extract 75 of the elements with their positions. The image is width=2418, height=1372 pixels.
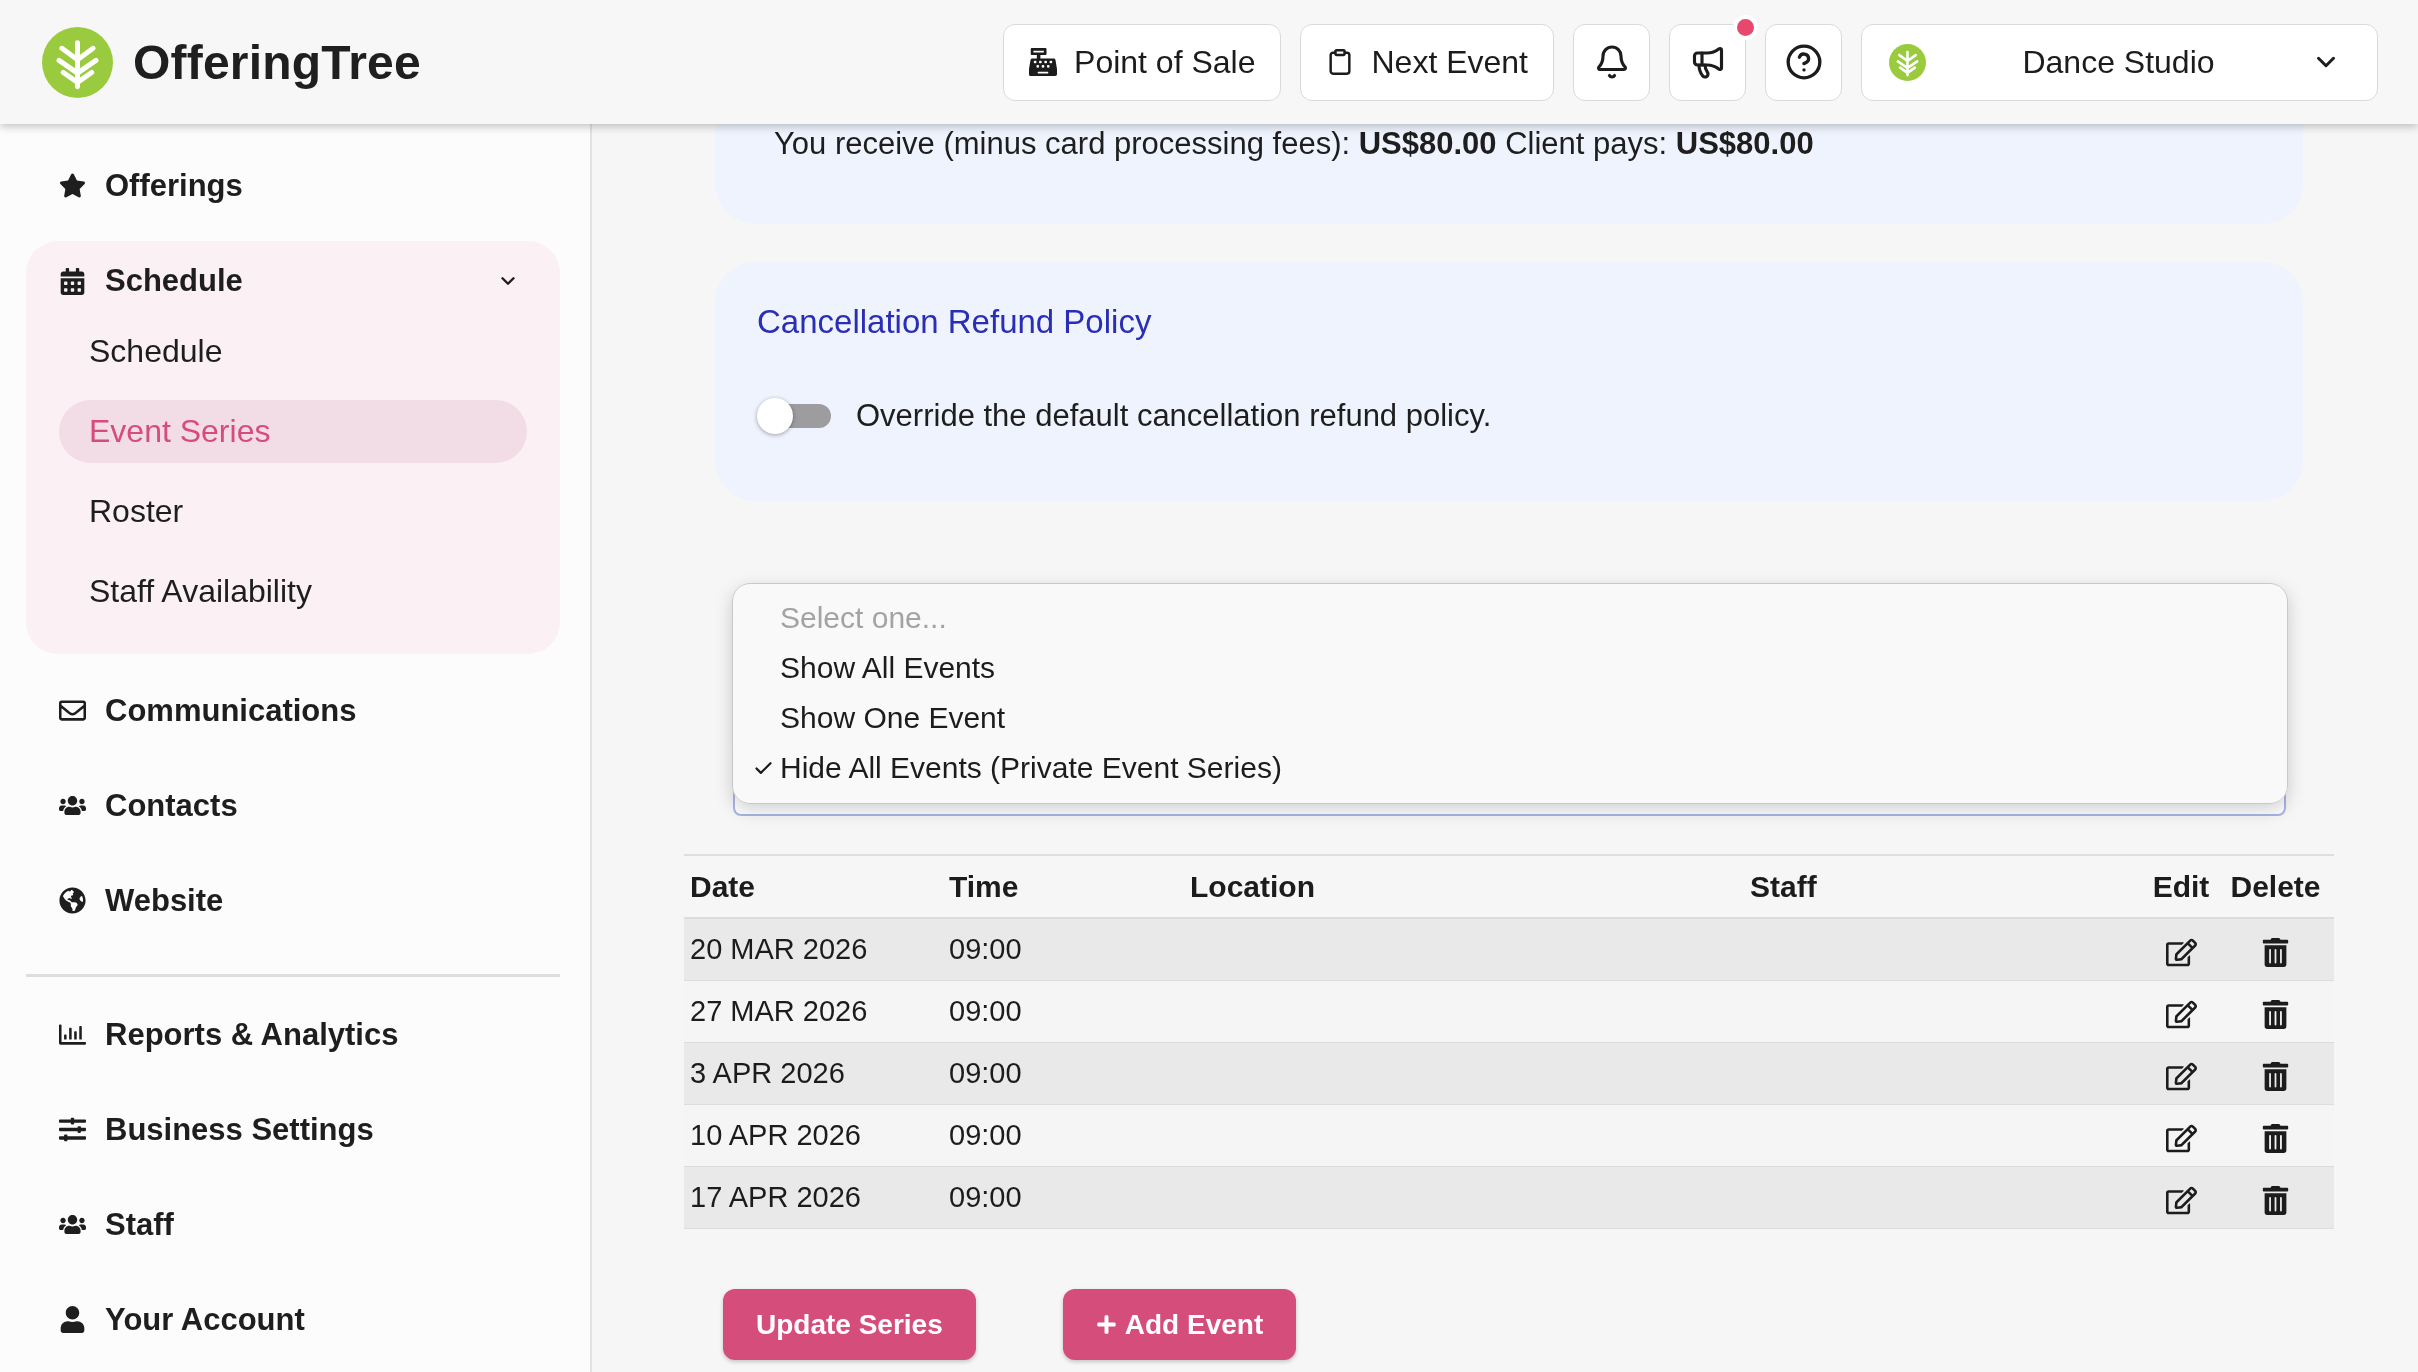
- sidebar-item[interactable]: Contacts: [26, 758, 560, 853]
- table-cell-text: 09:00: [948, 1057, 1022, 1090]
- column-header: Staff: [1749, 869, 1817, 904]
- delete-button[interactable]: [2261, 1186, 2290, 1215]
- dropdown-option[interactable]: Show All Events: [733, 643, 2287, 693]
- add-event-button[interactable]: Add Event: [1062, 1289, 1297, 1360]
- brand-name: OfferingTree: [133, 34, 421, 90]
- delete-button[interactable]: [2261, 1000, 2290, 1029]
- cash-register-icon: [1029, 48, 1058, 76]
- trash-icon: [2261, 1062, 2290, 1091]
- column-header: Location: [1189, 869, 1315, 904]
- sidebar-item[interactable]: Staff: [26, 1177, 560, 1272]
- globe-icon: [59, 887, 86, 914]
- table-cell-text: 09:00: [948, 933, 1022, 966]
- help-icon: [1784, 43, 1823, 81]
- envelope-icon: [59, 697, 86, 724]
- sidebar-item[interactable]: Schedule: [26, 250, 560, 312]
- table-cell-text: 27 MAR 2026: [689, 995, 868, 1028]
- delete-button[interactable]: [2261, 938, 2290, 967]
- edit-button[interactable]: [2165, 999, 2197, 1030]
- edit-button[interactable]: [2165, 1185, 2197, 1216]
- submenu-item[interactable]: Staff Availability: [59, 560, 527, 623]
- table-cell-text: 10 APR 2026: [689, 1119, 861, 1152]
- trash-icon: [2261, 1124, 2290, 1153]
- column-header: Edit: [2152, 869, 2210, 904]
- business-selector[interactable]: Dance Studio: [1861, 23, 2378, 101]
- submenu-item[interactable]: Schedule: [59, 320, 527, 383]
- calendar-icon: [59, 267, 86, 295]
- table-cell-text: 09:00: [948, 1119, 1022, 1152]
- submenu-item[interactable]: Roster: [59, 480, 527, 543]
- toggle-switch[interactable]: [757, 397, 831, 435]
- sidebar-item[interactable]: Website: [26, 853, 560, 948]
- update-series-button[interactable]: Update Series: [723, 1289, 976, 1360]
- dropdown-option[interactable]: Hide All Events (Private Event Series): [733, 743, 2287, 793]
- tree-logo-icon: [1889, 43, 1926, 81]
- delete-button[interactable]: [2261, 1062, 2290, 1091]
- edit-button[interactable]: [2165, 937, 2197, 968]
- table-cell-text: 09:00: [948, 1181, 1022, 1214]
- next-event-button[interactable]: Next Event: [1300, 23, 1554, 101]
- table-cell-text: 3 APR 2026: [689, 1057, 845, 1090]
- sidebar-item[interactable]: Your Account: [26, 1272, 560, 1367]
- table-cell-text: 17 APR 2026: [689, 1181, 861, 1214]
- edit-button[interactable]: [2165, 1061, 2197, 1092]
- edit-icon: [2165, 1123, 2197, 1154]
- edit-button[interactable]: [2165, 1123, 2197, 1154]
- sidebar-item[interactable]: Business Settings: [26, 1082, 560, 1177]
- sidebar-item[interactable]: Communications: [26, 663, 560, 758]
- user-icon: [59, 1306, 86, 1333]
- edit-icon: [2165, 1061, 2197, 1092]
- table-cell-text: 09:00: [948, 995, 1022, 1028]
- column-header: Delete: [2230, 869, 2321, 904]
- column-header: Time: [948, 869, 1019, 904]
- sliders-icon: [59, 1116, 86, 1143]
- star-icon: [59, 172, 86, 199]
- sidebar-item[interactable]: Offerings: [26, 138, 560, 233]
- delete-button[interactable]: [2261, 1124, 2290, 1153]
- trash-icon: [2261, 1000, 2290, 1029]
- plus-icon: [1095, 1314, 1117, 1335]
- section-title: Cancellation Refund Policy: [757, 302, 1153, 342]
- tree-logo-icon: [42, 26, 113, 98]
- dropdown-option[interactable]: Show One Event: [733, 693, 2287, 743]
- column-header: Date: [689, 869, 756, 904]
- bar-chart-icon: [59, 1021, 86, 1048]
- help-button[interactable]: [1765, 23, 1842, 101]
- fees-summary: You receive (minus card processing fees): US$80.00 Client pays: US$80.00: [774, 126, 1814, 161]
- toggle-label: Override the default cancellation refund policy.: [856, 398, 1492, 434]
- table-cell-text: 20 MAR 2026: [689, 933, 868, 966]
- edit-icon: [2165, 937, 2197, 968]
- trash-icon: [2261, 1186, 2290, 1215]
- point-of-sale-button[interactable]: Point of Sale: [1003, 23, 1282, 101]
- sidebar-item[interactable]: Reports & Analytics: [26, 987, 560, 1082]
- edit-icon: [2165, 999, 2197, 1030]
- edit-icon: [2165, 1185, 2197, 1216]
- trash-icon: [2261, 938, 2290, 967]
- notifications-button[interactable]: [1573, 23, 1650, 101]
